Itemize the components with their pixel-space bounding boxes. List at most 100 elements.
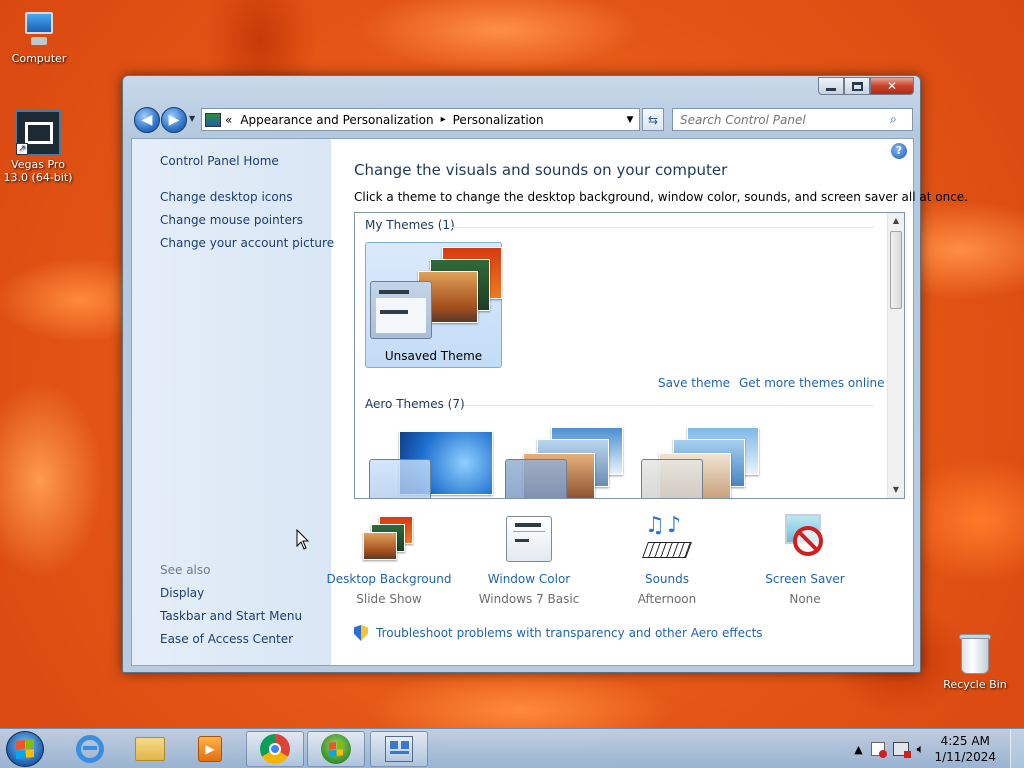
- search-input[interactable]: [680, 112, 890, 127]
- internet-explorer-icon: [76, 735, 104, 763]
- desktop-icon-recycle-bin[interactable]: Recycle Bin: [937, 632, 1013, 691]
- change-account-picture-link[interactable]: Change your account picture: [160, 236, 334, 250]
- setting-label[interactable]: Window Color: [464, 572, 594, 586]
- minimize-button[interactable]: [818, 77, 844, 95]
- theme-tile-windows7[interactable]: [369, 431, 499, 498]
- volume-icon[interactable]: 🔈︎: [917, 742, 925, 757]
- ease-of-access-link[interactable]: Ease of Access Center: [160, 632, 293, 646]
- theme-tile-unsaved[interactable]: Unsaved Theme: [365, 242, 502, 368]
- help-icon: ?: [895, 144, 903, 157]
- folder-icon: [135, 737, 165, 761]
- aero-themes-header: Aero Themes (7): [365, 397, 465, 411]
- search-icon[interactable]: ⌕: [890, 112, 897, 127]
- desktop-background-icon: [361, 514, 417, 566]
- desktop-icon-label: Recycle Bin: [943, 678, 1007, 691]
- breadcrumb-appearance[interactable]: Appearance and Personalization: [240, 113, 433, 127]
- start-button[interactable]: [6, 731, 44, 767]
- forward-button[interactable]: ▶: [161, 107, 187, 133]
- troubleshoot-link[interactable]: Troubleshoot problems with transparency …: [354, 625, 763, 641]
- theme-list-scrollbar[interactable]: ▲ ▼: [887, 213, 904, 498]
- breadcrumb-separator-icon[interactable]: ▸: [441, 114, 446, 125]
- taskbar: ▶ ▲ 🔈︎ 4:25 AM 1/11/2024: [0, 728, 1024, 768]
- windows-orb-icon: [321, 734, 351, 764]
- taskbar-start-menu-link[interactable]: Taskbar and Start Menu: [160, 609, 302, 623]
- taskbar-google-chrome[interactable]: [246, 731, 304, 767]
- maximize-button[interactable]: [844, 77, 870, 95]
- taskbar-control-panel[interactable]: [370, 731, 428, 767]
- system-tray: ▲ 🔈︎ 4:25 AM 1/11/2024: [850, 729, 1024, 768]
- sounds-icon: ♫ ♪: [641, 514, 693, 566]
- desktop-icon-label-line2: 13.0 (64-bit): [3, 171, 73, 184]
- change-desktop-icons-link[interactable]: Change desktop icons: [160, 190, 293, 204]
- control-panel-icon: [205, 112, 221, 127]
- address-bar[interactable]: « Appearance and Personalization ▸ Perso…: [201, 108, 640, 131]
- computer-icon: [19, 10, 59, 50]
- recycle-bin-icon: [957, 632, 993, 676]
- theme-tile-characters[interactable]: [641, 427, 771, 498]
- show-desktop-button[interactable]: [1010, 729, 1024, 768]
- chrome-icon: [260, 734, 290, 764]
- close-button[interactable]: ✕: [870, 77, 914, 95]
- back-arrow-icon: ◀: [141, 112, 153, 128]
- group-divider: [450, 227, 874, 228]
- breadcrumb-personalization[interactable]: Personalization: [453, 113, 544, 127]
- desktop-icon-computer[interactable]: Computer: [1, 10, 77, 65]
- scroll-down-icon[interactable]: ▼: [888, 482, 904, 498]
- address-overflow-chevron[interactable]: «: [225, 113, 232, 127]
- maximize-icon: [851, 81, 863, 91]
- page-subtitle: Click a theme to change the desktop back…: [354, 190, 968, 204]
- desktop-icon-label-line1: Vegas Pro: [11, 158, 65, 171]
- sounds-setting[interactable]: ♫ ♪ Sounds Afternoon: [602, 514, 732, 607]
- setting-label[interactable]: Sounds: [602, 572, 732, 586]
- desktop-icon-vegas-pro[interactable]: ↗ Vegas Pro 13.0 (64-bit): [0, 110, 76, 184]
- setting-label[interactable]: Desktop Background: [324, 572, 454, 586]
- network-icon[interactable]: [892, 742, 911, 758]
- media-player-icon: ▶: [198, 736, 222, 762]
- get-more-themes-link[interactable]: Get more themes online: [739, 376, 885, 390]
- clock[interactable]: 4:25 AM 1/11/2024: [934, 733, 996, 765]
- show-hidden-icons-icon[interactable]: ▲: [854, 743, 862, 756]
- taskbar-windows-app[interactable]: [307, 731, 365, 767]
- close-icon: ✕: [886, 79, 898, 93]
- save-theme-link[interactable]: Save theme: [658, 376, 730, 390]
- taskbar-media-player[interactable]: ▶: [181, 731, 239, 767]
- help-button[interactable]: ?: [891, 143, 907, 159]
- screen-saver-setting[interactable]: Screen Saver None: [740, 514, 870, 606]
- troubleshoot-label[interactable]: Troubleshoot problems with transparency …: [376, 626, 763, 640]
- desktop-background-setting[interactable]: Desktop Background Slide Show: [324, 514, 454, 606]
- taskbar-windows-explorer[interactable]: [121, 731, 179, 767]
- back-button[interactable]: ◀: [134, 107, 160, 133]
- window-color-setting[interactable]: Window Color Windows 7 Basic: [464, 514, 594, 606]
- shield-icon: [354, 625, 368, 641]
- scroll-thumb[interactable]: [890, 231, 902, 309]
- screen-saver-icon: [779, 514, 831, 566]
- theme-tile-architecture[interactable]: [505, 427, 635, 498]
- setting-label[interactable]: Screen Saver: [740, 572, 870, 586]
- display-link[interactable]: Display: [160, 586, 204, 600]
- window-color-preview: [370, 281, 432, 339]
- mouse-cursor-icon: [296, 528, 310, 554]
- navigation-pane: Control Panel Home Change desktop icons …: [132, 139, 334, 665]
- change-mouse-pointers-link[interactable]: Change mouse pointers: [160, 213, 303, 227]
- action-center-icon[interactable]: [870, 742, 887, 758]
- theme-settings-row: Desktop Background Slide Show Window Col…: [327, 514, 905, 614]
- control-panel-icon: [385, 736, 413, 762]
- setting-value: None: [789, 592, 821, 606]
- windows-logo-icon: [16, 739, 34, 759]
- scroll-up-icon[interactable]: ▲: [888, 213, 904, 229]
- refresh-button[interactable]: ⇆: [642, 108, 664, 131]
- address-dropdown-icon[interactable]: ▼: [621, 115, 639, 125]
- desktop-icon-label: Computer: [11, 52, 67, 65]
- forward-arrow-icon: ▶: [168, 112, 180, 128]
- content-area: Control Panel Home Change desktop icons …: [131, 138, 968, 666]
- control-panel-home-link[interactable]: Control Panel Home: [160, 154, 279, 168]
- taskbar-internet-explorer[interactable]: [61, 731, 119, 767]
- setting-value: Windows 7 Basic: [478, 592, 580, 606]
- page-title: Change the visuals and sounds on your co…: [354, 161, 728, 179]
- search-box[interactable]: ⌕: [672, 108, 913, 131]
- recent-pages-dropdown[interactable]: ▼: [189, 114, 195, 123]
- clock-time: 4:25 AM: [940, 734, 990, 748]
- navigation-bar: ◀ ▶ ▼ « Appearance and Personalization ▸…: [131, 104, 913, 134]
- vegas-pro-icon: ↗: [15, 110, 61, 156]
- theme-list[interactable]: My Themes (1) Unsaved Theme Save theme G…: [354, 212, 905, 499]
